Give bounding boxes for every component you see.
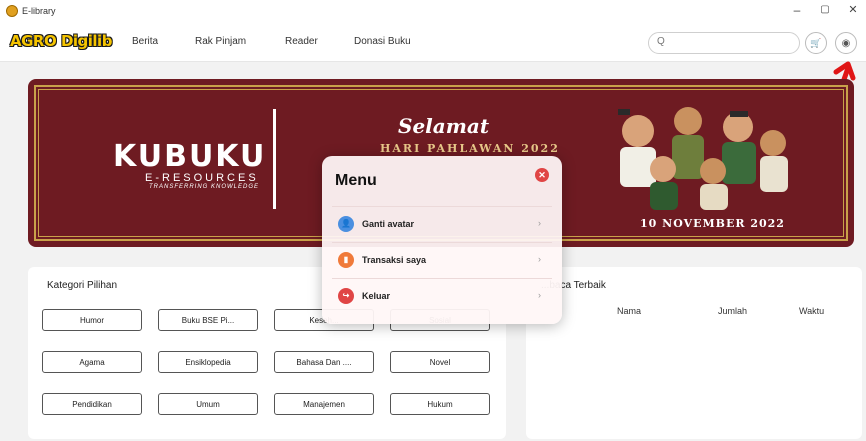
nav-link-reader[interactable]: Reader	[285, 36, 318, 47]
category-bahasa-button[interactable]: Bahasa Dan ....	[274, 351, 374, 373]
banner-greeting: Selamat	[398, 114, 490, 138]
nav-link-donasi-buku[interactable]: Donasi Buku	[354, 36, 411, 47]
column-nama: Nama	[617, 306, 642, 316]
menu-close-icon[interactable]: ✕	[535, 168, 549, 182]
banner-event: HARI PAHLAWAN 2022	[380, 142, 560, 155]
brand-name: KUBUKU	[113, 139, 267, 174]
category-buku-bse-button[interactable]: Buku BSE Pi...	[158, 309, 258, 331]
banner-date: 10 NOVEMBER 2022	[640, 217, 785, 230]
title-bar: E-library – ▢ ✕	[0, 0, 866, 22]
menu-item-keluar[interactable]: ↪ Keluar ›	[332, 278, 552, 312]
cart-button[interactable]: 🛒	[805, 32, 827, 54]
top-navbar: AGRO Digilib Berita Rak Pinjam Reader Do…	[0, 22, 866, 62]
brand-tagline: TRANSFERRING KNOWLEDGE	[149, 184, 260, 190]
pembaca-terbaik-card	[526, 267, 862, 439]
avatar-icon: 👤	[338, 216, 354, 232]
chevron-right-icon: ›	[538, 254, 541, 264]
banner-divider	[273, 109, 276, 209]
menu-title: Menu	[335, 172, 377, 189]
column-waktu: Waktu	[799, 306, 825, 316]
chevron-right-icon: ›	[538, 218, 541, 228]
chevron-right-icon: ›	[538, 290, 541, 300]
logout-icon: ↪	[338, 288, 354, 304]
kategori-title: Kategori Pilihan	[47, 280, 118, 291]
nav-link-berita[interactable]: Berita	[132, 36, 158, 47]
category-humor-button[interactable]: Humor	[42, 309, 142, 331]
menu-item-transaksi-saya[interactable]: ▮ Transaksi saya ›	[332, 242, 552, 276]
close-button[interactable]: ✕	[846, 3, 860, 17]
category-agama-button[interactable]: Agama	[42, 351, 142, 373]
category-umum-button[interactable]: Umum	[158, 393, 258, 415]
search-icon: Q	[657, 36, 665, 47]
search-box[interactable]: Q	[648, 32, 800, 54]
category-hukum-button[interactable]: Hukum	[390, 393, 490, 415]
category-ensiklopedia-button[interactable]: Ensiklopedia	[158, 351, 258, 373]
minimize-button[interactable]: –	[790, 3, 804, 17]
search-input[interactable]	[671, 36, 795, 51]
user-icon: ◉	[841, 37, 851, 49]
window-title: E-library	[22, 6, 56, 16]
category-manajemen-button[interactable]: Manajemen	[274, 393, 374, 415]
transaction-icon: ▮	[338, 252, 354, 268]
app-logo-icon	[6, 5, 18, 17]
column-jumlah: Jumlah	[718, 306, 748, 316]
kubuku-brand: KUBUKU E-RESOURCES TRANSFERRING KNOWLEDG…	[113, 139, 283, 190]
agro-digilib-logo[interactable]: AGRO Digilib	[10, 32, 112, 50]
cart-icon: 🛒	[810, 37, 822, 48]
maximize-button[interactable]: ▢	[818, 3, 832, 17]
menu-item-label: Ganti avatar	[362, 219, 415, 229]
category-pendidikan-button[interactable]: Pendidikan	[42, 393, 142, 415]
user-menu-popup: Menu ✕ 👤 Ganti avatar › ▮ Transaksi saya…	[322, 156, 562, 324]
nav-link-rak-pinjam[interactable]: Rak Pinjam	[195, 36, 246, 47]
heroes-illustration-icon	[618, 107, 788, 210]
category-novel-button[interactable]: Novel	[390, 351, 490, 373]
menu-item-label: Keluar	[362, 291, 391, 301]
user-account-button[interactable]: ◉	[835, 32, 857, 54]
menu-item-ganti-avatar[interactable]: 👤 Ganti avatar ›	[332, 206, 552, 240]
menu-item-label: Transaksi saya	[362, 255, 427, 265]
